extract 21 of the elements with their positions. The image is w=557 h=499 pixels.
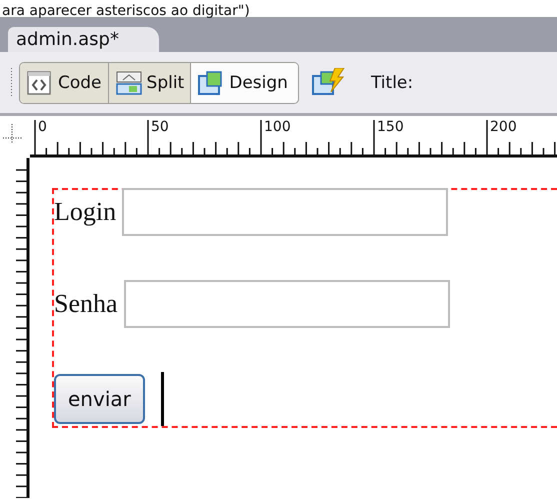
field-label: Login bbox=[54, 197, 116, 227]
grip-icon bbox=[10, 68, 13, 98]
live-view-icon[interactable] bbox=[310, 68, 345, 98]
view-tab[interactable]: Design bbox=[191, 62, 298, 102]
field-label: Senha bbox=[54, 289, 118, 319]
ruler-label: 100 bbox=[264, 119, 291, 135]
text-cursor bbox=[160, 372, 164, 426]
view-tab[interactable]: Code bbox=[20, 62, 109, 102]
split-view-icon bbox=[114, 70, 143, 96]
ruler-label: 0 bbox=[38, 119, 47, 135]
ruler-label: 150 bbox=[377, 119, 404, 135]
document-tab[interactable]: admin.asp* bbox=[8, 27, 159, 52]
text-field[interactable] bbox=[122, 188, 448, 236]
submit-button[interactable]: enviar bbox=[54, 374, 145, 424]
view-tab[interactable]: Split bbox=[108, 62, 192, 102]
ruler-label: 200 bbox=[490, 119, 517, 135]
caption-text: ara aparecer asteriscos ao digitar") bbox=[2, 3, 250, 20]
code-view-icon bbox=[26, 70, 54, 96]
title-label: Title: bbox=[370, 72, 414, 92]
ruler-label: 50 bbox=[151, 119, 169, 135]
text-field[interactable] bbox=[124, 280, 450, 328]
